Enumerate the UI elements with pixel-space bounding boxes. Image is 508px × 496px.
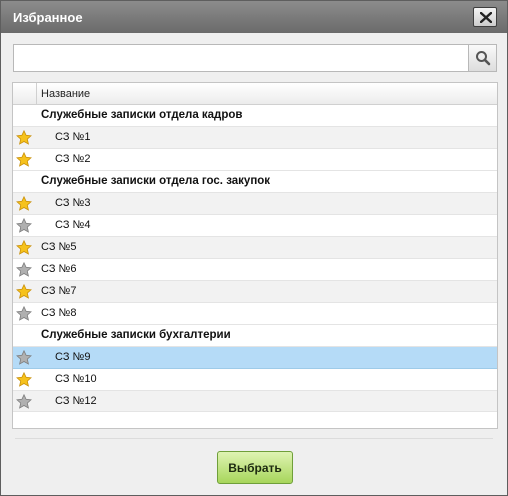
star-filled-icon[interactable] (16, 284, 32, 299)
close-button[interactable] (473, 7, 497, 27)
list-item[interactable]: СЗ №6 (13, 259, 497, 281)
dialog-title: Избранное (13, 10, 83, 25)
search-button[interactable] (468, 45, 496, 71)
item-label: СЗ №2 (55, 153, 91, 165)
item-label: СЗ №4 (55, 219, 91, 231)
list-item[interactable]: СЗ №3 (13, 193, 497, 215)
list-item[interactable]: СЗ №5 (13, 237, 497, 259)
group-row[interactable]: Служебные записки бухгалтерии (13, 325, 497, 347)
list-item[interactable]: СЗ №2 (13, 149, 497, 171)
grid-header: Название (13, 83, 497, 105)
list-item[interactable]: СЗ №8 (13, 303, 497, 325)
item-label: СЗ №12 (55, 395, 97, 407)
star-empty-icon[interactable] (16, 218, 32, 233)
item-label: СЗ №10 (55, 373, 97, 385)
group-label: Служебные записки бухгалтерии (41, 329, 231, 341)
list-item[interactable]: СЗ №4 (13, 215, 497, 237)
group-label: Служебные записки отдела гос. закупок (41, 175, 271, 187)
list-item[interactable]: СЗ №9 (13, 347, 497, 369)
star-empty-icon[interactable] (16, 306, 32, 321)
title-bar[interactable]: Избранное (1, 1, 507, 33)
list-item[interactable]: СЗ №7 (13, 281, 497, 303)
star-empty-icon[interactable] (16, 394, 32, 409)
star-filled-icon[interactable] (16, 240, 32, 255)
group-label: Служебные записки отдела кадров (41, 109, 243, 121)
item-label: СЗ №6 (41, 263, 77, 275)
item-label: СЗ №9 (55, 351, 91, 363)
item-label: СЗ №8 (41, 307, 77, 319)
item-label: СЗ №7 (41, 285, 77, 297)
star-column-header[interactable] (13, 83, 37, 104)
star-filled-icon[interactable] (16, 152, 32, 167)
search-icon (476, 51, 491, 66)
list-item[interactable]: СЗ №1 (13, 127, 497, 149)
group-row[interactable]: Служебные записки отдела кадров (13, 105, 497, 127)
favorites-grid: Название Служебные записки отдела кадров… (12, 82, 498, 429)
item-label: СЗ №1 (55, 131, 91, 143)
favorites-dialog: Избранное Название Служебные записки отд… (0, 0, 508, 496)
column-header-name[interactable]: Название (41, 88, 90, 100)
list-item[interactable]: СЗ №10 (13, 369, 497, 391)
footer-divider (15, 438, 493, 439)
list-item[interactable]: СЗ №12 (13, 391, 497, 413)
select-button[interactable]: Выбрать (217, 451, 293, 484)
search-input[interactable] (14, 45, 468, 71)
group-row[interactable]: Служебные записки отдела гос. закупок (13, 171, 497, 193)
grid-rows: Служебные записки отдела кадров СЗ №1 СЗ №… (13, 105, 497, 413)
star-filled-icon[interactable] (16, 196, 32, 211)
star-filled-icon[interactable] (16, 130, 32, 145)
search-box (13, 44, 497, 72)
item-label: СЗ №5 (41, 241, 77, 253)
star-empty-icon[interactable] (16, 262, 32, 277)
grid-footer (13, 411, 497, 428)
star-empty-icon[interactable] (16, 350, 32, 365)
item-label: СЗ №3 (55, 197, 91, 209)
star-filled-icon[interactable] (16, 372, 32, 387)
close-icon (480, 12, 492, 23)
